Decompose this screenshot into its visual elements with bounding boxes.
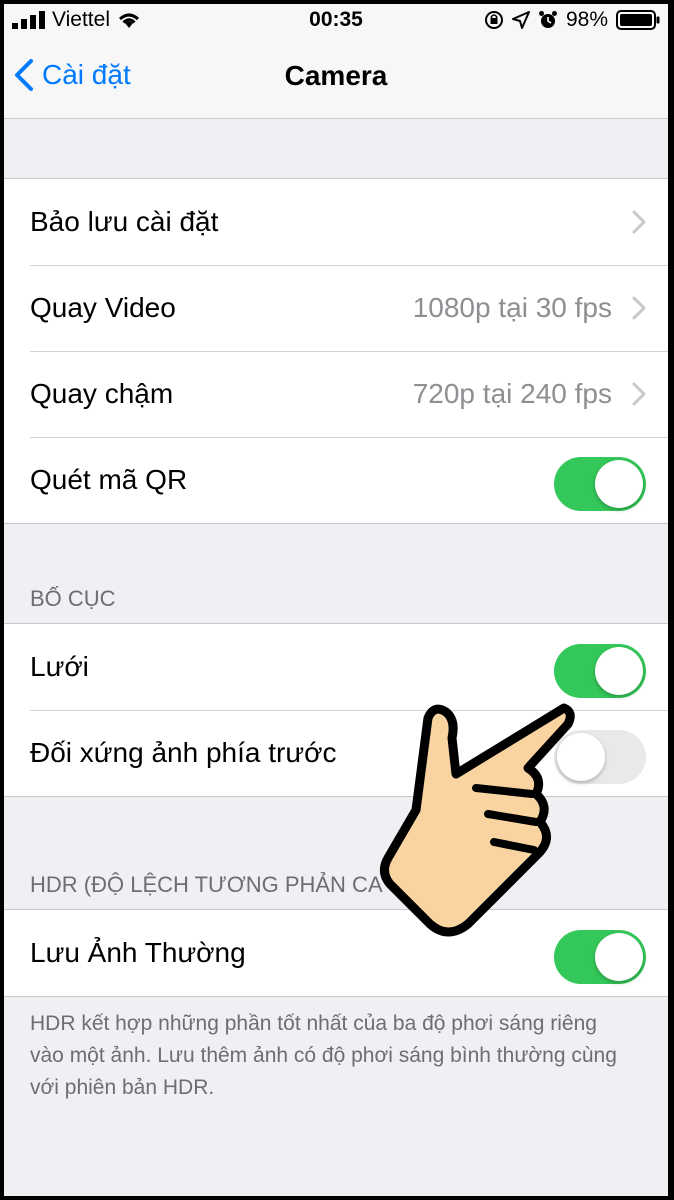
pointing-hand-icon [380,703,575,937]
chevron-right-icon [632,210,646,234]
scan-qr-toggle[interactable] [554,457,646,511]
chevron-right-icon [632,296,646,320]
chevron-right-icon [632,382,646,406]
row-record-slomo[interactable]: Quay chậm 720p tại 240 fps [4,351,668,437]
row-label: Bảo lưu cài đặt [30,206,219,237]
page-title: Camera [284,60,388,91]
keep-normal-photo-toggle[interactable] [554,930,646,984]
navigation-bar: Cài đặt Camera [4,34,668,119]
row-label: Quét mã QR [30,464,188,495]
status-bar: Viettel 00:35 98% [4,4,668,34]
row-label: Đối xứng ảnh phía trước [30,737,337,768]
hdr-footer-text: HDR kết hợp những phần tốt nhất của ba đ… [30,1012,617,1099]
toggle-knob [595,460,643,508]
section-header-hdr: HDR (ĐỘ LỆCH TƯƠNG PHẢN CA [30,872,383,897]
section-header-layout: BỐ CỤC [30,586,116,611]
battery-percent: 98% [565,8,608,31]
row-value: 1080p tại 30 fps [412,292,612,323]
row-record-video[interactable]: Quay Video 1080p tại 30 fps [4,265,668,351]
grid-toggle[interactable] [554,644,646,698]
location-icon [511,11,530,29]
row-label: Lưới [30,651,89,682]
row-label: Quay Video [30,292,176,323]
status-right: 98% [484,8,660,32]
toggle-knob [595,647,643,695]
settings-group-main: Bảo lưu cài đặt Quay Video 1080p tại 30 … [4,178,668,524]
alarm-icon [538,11,557,28]
row-scan-qr: Quét mã QR [4,437,668,523]
row-label: Quay chậm [30,378,174,409]
row-preserve-settings[interactable]: Bảo lưu cài đặt [4,179,668,265]
row-label: Lưu Ảnh Thường [30,937,246,968]
battery-icon [616,10,660,30]
phone-screen: Viettel 00:35 98% Cài đặt Camera Bảo lưu… [4,4,668,1196]
toggle-knob [595,933,643,981]
row-value: 720p tại 240 fps [412,378,612,409]
orientation-lock-icon [484,11,503,29]
